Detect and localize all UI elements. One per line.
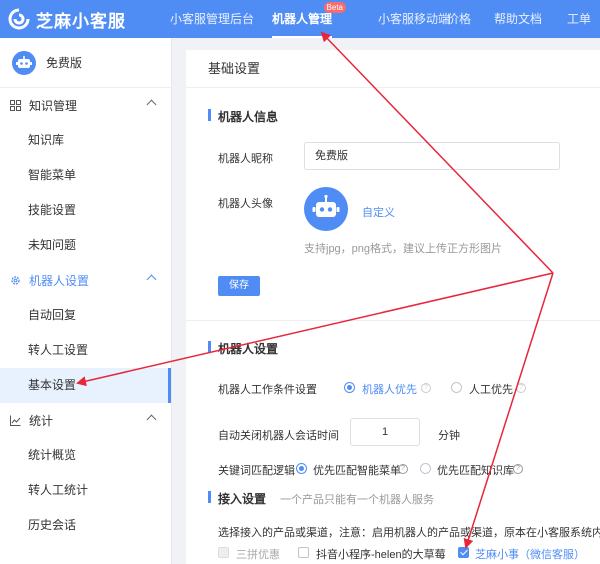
channel-label-2[interactable]: 抖音小程序-helen的大草莓	[316, 546, 446, 562]
chevron-up-icon	[146, 414, 157, 425]
customize-avatar-link[interactable]: 自定义	[362, 204, 395, 220]
grid-icon	[10, 100, 21, 111]
menu-group-knowledge[interactable]: 知识管理	[0, 88, 171, 123]
radio-robot-first[interactable]	[344, 382, 355, 393]
chart-icon	[10, 415, 21, 426]
radio-kb-first[interactable]	[420, 463, 431, 474]
minutes-unit: 分钟	[438, 430, 460, 442]
auto-close-minutes-input[interactable]: 1	[350, 418, 420, 446]
page-title: 基础设置	[186, 50, 600, 88]
sidebar-item-smart-menu[interactable]: 智能菜单	[0, 158, 171, 193]
logo[interactable]: 芝麻小客服	[0, 0, 126, 38]
logo-icon	[8, 8, 30, 30]
nav-pricing[interactable]: 价格	[447, 0, 471, 38]
robot-avatar-icon	[12, 50, 36, 75]
sidebar-item-unknown-questions[interactable]: 未知问题	[0, 228, 171, 263]
bot-selector[interactable]: 免费版	[0, 38, 171, 88]
nav-mobile[interactable]: 小客服移动端	[378, 0, 450, 38]
sidebar-item-transfer-stats[interactable]: 转人工统计	[0, 473, 171, 508]
nickname-label: 机器人昵称	[218, 153, 273, 165]
sidebar-item-knowledge-base[interactable]: 知识库	[0, 123, 171, 158]
top-navbar: 芝麻小客服 小客服管理后台 机器人管理 Beta 小客服移动端 价格 帮助文档 …	[0, 0, 600, 38]
menu-group-label: 机器人设置	[29, 274, 90, 288]
save-button[interactable]: 保存	[218, 276, 260, 296]
main-panel: 基础设置 机器人信息 机器人昵称 免费版 机器人头像 自定义 支持jpg，png…	[186, 50, 600, 564]
access-subheading: 一个产品只能有一个机器人服务	[280, 494, 435, 506]
sidebar-item-basic-settings[interactable]: 基本设置	[0, 368, 171, 403]
radio-human-first-label[interactable]: 人工优先	[469, 381, 513, 397]
menu-group-statistics[interactable]: 统计	[0, 403, 171, 438]
nav-admin-console[interactable]: 小客服管理后台	[170, 0, 254, 38]
avatar-label: 机器人头像	[218, 198, 273, 210]
keyword-logic-label: 关键词匹配逻辑	[218, 465, 295, 477]
nav-active-underline	[272, 36, 333, 38]
radio-menu-first-label[interactable]: 优先匹配智能菜单	[313, 462, 401, 478]
help-icon[interactable]: ?	[398, 464, 408, 474]
sidebar-item-auto-reply[interactable]: 自动回复	[0, 298, 171, 333]
nickname-input[interactable]: 免费版	[304, 142, 560, 170]
channel-checkbox-3[interactable]	[458, 547, 469, 558]
chevron-up-icon	[146, 274, 157, 285]
menu-group-label: 统计	[29, 414, 54, 428]
sidebar: 免费版 知识管理 知识库 智能菜单 技能设置 未知问题 机器人设置 自动回复 转…	[0, 38, 172, 564]
radio-human-first[interactable]	[451, 382, 462, 393]
channel-checkbox-1	[218, 547, 229, 558]
nav-tickets[interactable]: 工单	[567, 0, 591, 38]
section-divider	[186, 320, 600, 321]
menu-group-robot-settings[interactable]: 机器人设置	[0, 263, 171, 298]
menu-group-label: 知识管理	[29, 99, 78, 113]
radio-robot-first-label[interactable]: 机器人优先	[362, 381, 417, 397]
sidebar-item-transfer-settings[interactable]: 转人工设置	[0, 333, 171, 368]
radio-menu-first[interactable]	[296, 463, 307, 474]
section-access-heading: 接入设置 一个产品只能有一个机器人服务	[208, 490, 434, 507]
logo-text: 芝麻小客服	[36, 11, 126, 31]
auto-close-label: 自动关闭机器人会话时间	[218, 430, 339, 442]
channel-label-3[interactable]: 芝麻小事（微信客服）	[475, 546, 585, 562]
avatar-format-hint: 支持jpg，png格式，建议上传正方形图片	[304, 243, 503, 255]
access-note: 选择接入的产品或渠道，注意：启用机器人的产品或渠道，原本在小客服系统内设置的	[218, 527, 600, 539]
help-icon[interactable]: ?	[421, 383, 431, 393]
chevron-up-icon	[146, 99, 157, 110]
sidebar-item-skill-settings[interactable]: 技能设置	[0, 193, 171, 228]
work-condition-label: 机器人工作条件设置	[218, 384, 317, 396]
help-icon[interactable]: ?	[513, 464, 523, 474]
help-icon[interactable]: ?	[516, 383, 526, 393]
radio-kb-first-label[interactable]: 优先匹配知识库	[437, 462, 514, 478]
sidebar-item-history-sessions[interactable]: 历史会话	[0, 508, 171, 543]
gear-icon	[11, 276, 20, 285]
section-robot-settings-heading: 机器人设置	[208, 340, 278, 357]
channel-label-1: 三拼优惠	[236, 549, 280, 561]
section-robot-info-heading: 机器人信息	[208, 108, 278, 125]
sidebar-item-stats-overview[interactable]: 统计概览	[0, 438, 171, 473]
bot-name: 免费版	[46, 56, 83, 70]
robot-icon	[312, 194, 340, 217]
nav-help-docs[interactable]: 帮助文档	[494, 0, 542, 38]
beta-badge: Beta	[323, 2, 347, 13]
robot-avatar-image[interactable]	[304, 187, 348, 231]
channel-checkbox-2[interactable]	[298, 547, 309, 558]
nav-robot-management[interactable]: 机器人管理 Beta	[272, 0, 347, 38]
